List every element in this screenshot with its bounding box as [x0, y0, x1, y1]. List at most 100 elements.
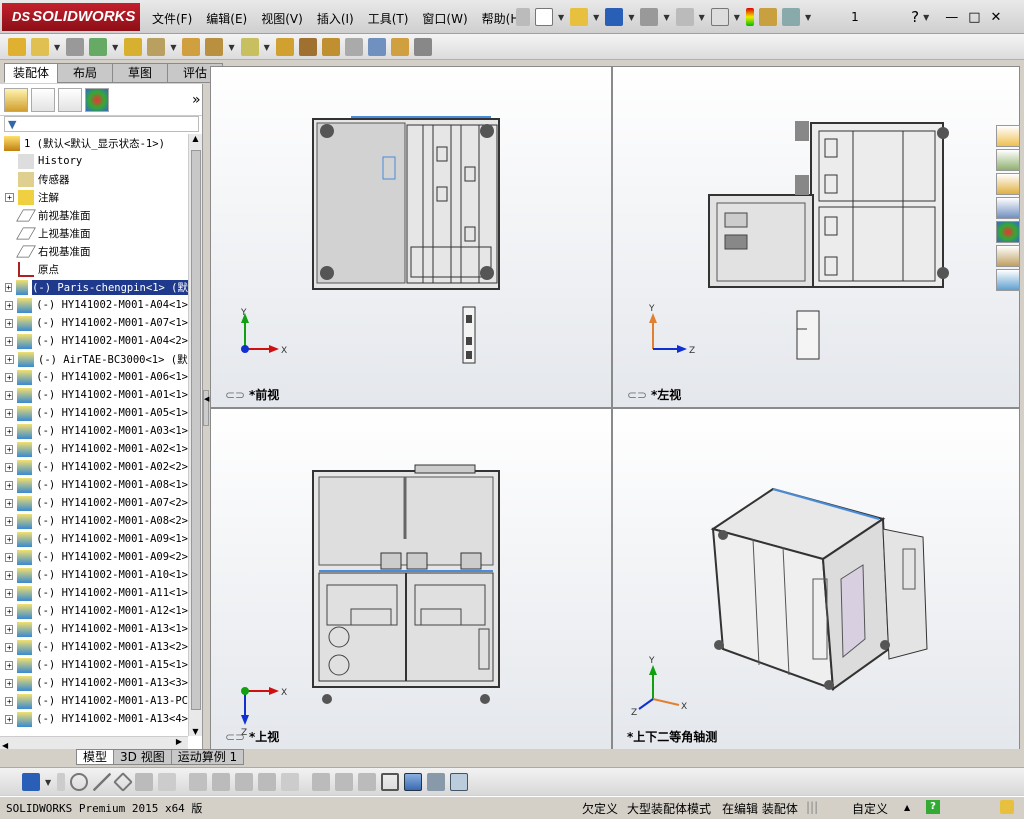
- chevron-down-icon[interactable]: ▼: [663, 13, 669, 22]
- chevron-down-icon[interactable]: ▼: [593, 13, 599, 22]
- expand-icon[interactable]: +: [5, 516, 14, 526]
- expand-icon[interactable]: +: [5, 426, 14, 436]
- tree-item[interactable]: 原点: [0, 260, 188, 278]
- chevron-down-icon[interactable]: ▼: [923, 13, 929, 22]
- expand-icon[interactable]: +: [5, 318, 14, 328]
- tree-vertical-scrollbar[interactable]: ▲ ▼: [188, 134, 202, 736]
- expand-icon[interactable]: +: [5, 300, 14, 310]
- tab-model[interactable]: 模型: [76, 749, 115, 765]
- dashed-line-icon[interactable]: [281, 773, 300, 791]
- viewport-left[interactable]: Y Z ⊂⊃ *左视: [612, 66, 1020, 408]
- scroll-up-icon[interactable]: ▲: [189, 134, 202, 143]
- tree-item[interactable]: + (-) HY141002-M001-A12<1>: [0, 602, 188, 620]
- expand-icon[interactable]: +: [5, 588, 14, 598]
- line-icon[interactable]: [93, 773, 112, 791]
- minimize-icon[interactable]: —: [945, 10, 958, 25]
- tab-motion-study[interactable]: 运动算例 1: [170, 749, 245, 765]
- panel-collapse-handle[interactable]: ◀: [203, 390, 209, 426]
- tree-item[interactable]: 前视基准面: [0, 206, 188, 224]
- tree-item[interactable]: + (-) HY141002-M001-A13<1>: [0, 620, 188, 638]
- feature-manager-tab-icon[interactable]: [4, 87, 28, 112]
- configuration-manager-tab-icon[interactable]: [58, 87, 82, 112]
- tree-item[interactable]: + (-) HY141002-M001-A08<2>: [0, 512, 188, 530]
- expand-icon[interactable]: +: [5, 642, 14, 652]
- custom-properties-icon[interactable]: [996, 245, 1020, 267]
- tree-item[interactable]: 上视基准面: [0, 224, 188, 242]
- view-palette-icon[interactable]: [996, 197, 1020, 219]
- tree-item[interactable]: + (-) HY141002-M001-A07<2>: [0, 494, 188, 512]
- expand-icon[interactable]: +: [5, 570, 14, 580]
- expand-icon[interactable]: +: [5, 390, 14, 400]
- menu-edit[interactable]: 编辑(E): [206, 10, 247, 27]
- chevron-down-icon[interactable]: ▼: [45, 778, 51, 787]
- chevron-down-icon[interactable]: ▼: [264, 43, 270, 52]
- grid-icon[interactable]: [335, 773, 354, 791]
- tree-item[interactable]: + (-) AirTAE-BC3000<1> (默: [0, 350, 188, 368]
- undo-icon[interactable]: [675, 8, 694, 26]
- expand-icon[interactable]: +: [5, 660, 14, 670]
- expand-icon[interactable]: +: [5, 336, 14, 346]
- trim-icon[interactable]: [135, 773, 154, 791]
- chevron-down-icon[interactable]: ▼: [170, 43, 176, 52]
- options-icon[interactable]: [758, 8, 777, 26]
- smart-fastener-icon[interactable]: [124, 38, 143, 56]
- units-chevron-up-icon[interactable]: ▲: [904, 803, 910, 812]
- tree-item[interactable]: + (-) HY141002-M001-A07<1>: [0, 314, 188, 332]
- chevron-down-icon[interactable]: ▼: [699, 13, 705, 22]
- tree-item[interactable]: 右视基准面: [0, 242, 188, 260]
- appearances-icon[interactable]: [996, 221, 1020, 243]
- show-hidden-icon[interactable]: [182, 38, 201, 56]
- take-snapshot-icon[interactable]: [413, 38, 432, 56]
- expand-icon[interactable]: +: [5, 480, 14, 490]
- open-component-icon[interactable]: [31, 38, 49, 56]
- tab-layout[interactable]: 布局: [57, 63, 113, 83]
- property-manager-tab-icon[interactable]: [31, 87, 55, 112]
- tree-item[interactable]: + (-) HY141002-M001-A13<3>: [0, 674, 188, 692]
- update-speedpak-icon[interactable]: [390, 38, 409, 56]
- menu-view[interactable]: 视图(V): [261, 10, 303, 27]
- instant3d-icon[interactable]: [367, 38, 386, 56]
- expand-icon[interactable]: +: [5, 498, 14, 508]
- print-icon[interactable]: [640, 8, 659, 26]
- expand-icon[interactable]: +: [5, 372, 14, 382]
- arc-icon[interactable]: [189, 773, 208, 791]
- chevron-down-icon[interactable]: ▼: [628, 13, 634, 22]
- new-motion-study-icon[interactable]: [275, 38, 294, 56]
- linear-pattern-icon[interactable]: [89, 38, 108, 56]
- tree-item[interactable]: History: [0, 152, 188, 170]
- tree-horizontal-scrollbar[interactable]: ◀ ▶: [0, 736, 188, 750]
- link-icon[interactable]: ⊂⊃: [627, 388, 651, 402]
- tree-item[interactable]: 传感器: [0, 170, 188, 188]
- traffic-light-icon[interactable]: [745, 8, 754, 26]
- tree-item[interactable]: + (-) HY141002-M001-A08<1>: [0, 476, 188, 494]
- tree-item-selected[interactable]: + (-) Paris-chengpin<1> (默: [0, 278, 188, 296]
- tab-3d-views[interactable]: 3D 视图: [113, 749, 172, 765]
- expand-icon[interactable]: +: [5, 462, 14, 472]
- help-icon[interactable]: ?: [911, 8, 919, 26]
- save-icon[interactable]: [605, 8, 624, 26]
- open-folder-icon[interactable]: [570, 8, 589, 26]
- spline-icon[interactable]: [235, 773, 254, 791]
- status-large-assembly-mode[interactable]: 大型装配体模式: [627, 800, 711, 817]
- select-arrow-icon[interactable]: [710, 8, 729, 26]
- scroll-right-icon[interactable]: ▶: [176, 737, 182, 746]
- tree-item[interactable]: + (-) HY141002-M001-A09<1>: [0, 530, 188, 548]
- ruler-icon[interactable]: [312, 773, 331, 791]
- design-library-icon[interactable]: [996, 149, 1020, 171]
- circle-icon[interactable]: [70, 773, 89, 791]
- scroll-down-icon[interactable]: ▼: [189, 727, 202, 736]
- new-document-icon[interactable]: [535, 8, 553, 26]
- expand-icon[interactable]: +: [5, 624, 14, 634]
- mate-icon[interactable]: [66, 38, 85, 56]
- bill-of-materials-icon[interactable]: [298, 38, 317, 56]
- tree-item[interactable]: + (-) HY141002-M001-A04<2>: [0, 332, 188, 350]
- table-icon[interactable]: [450, 773, 469, 791]
- expand-icon[interactable]: +: [5, 714, 14, 724]
- expand-icon[interactable]: +: [5, 444, 14, 454]
- maximize-icon[interactable]: □: [968, 10, 980, 25]
- insert-component-icon[interactable]: [8, 38, 26, 56]
- file-explorer-icon[interactable]: [996, 173, 1020, 195]
- expand-icon[interactable]: +: [5, 606, 14, 616]
- expand-icon[interactable]: +: [5, 534, 14, 544]
- expand-icon[interactable]: +: [5, 354, 14, 364]
